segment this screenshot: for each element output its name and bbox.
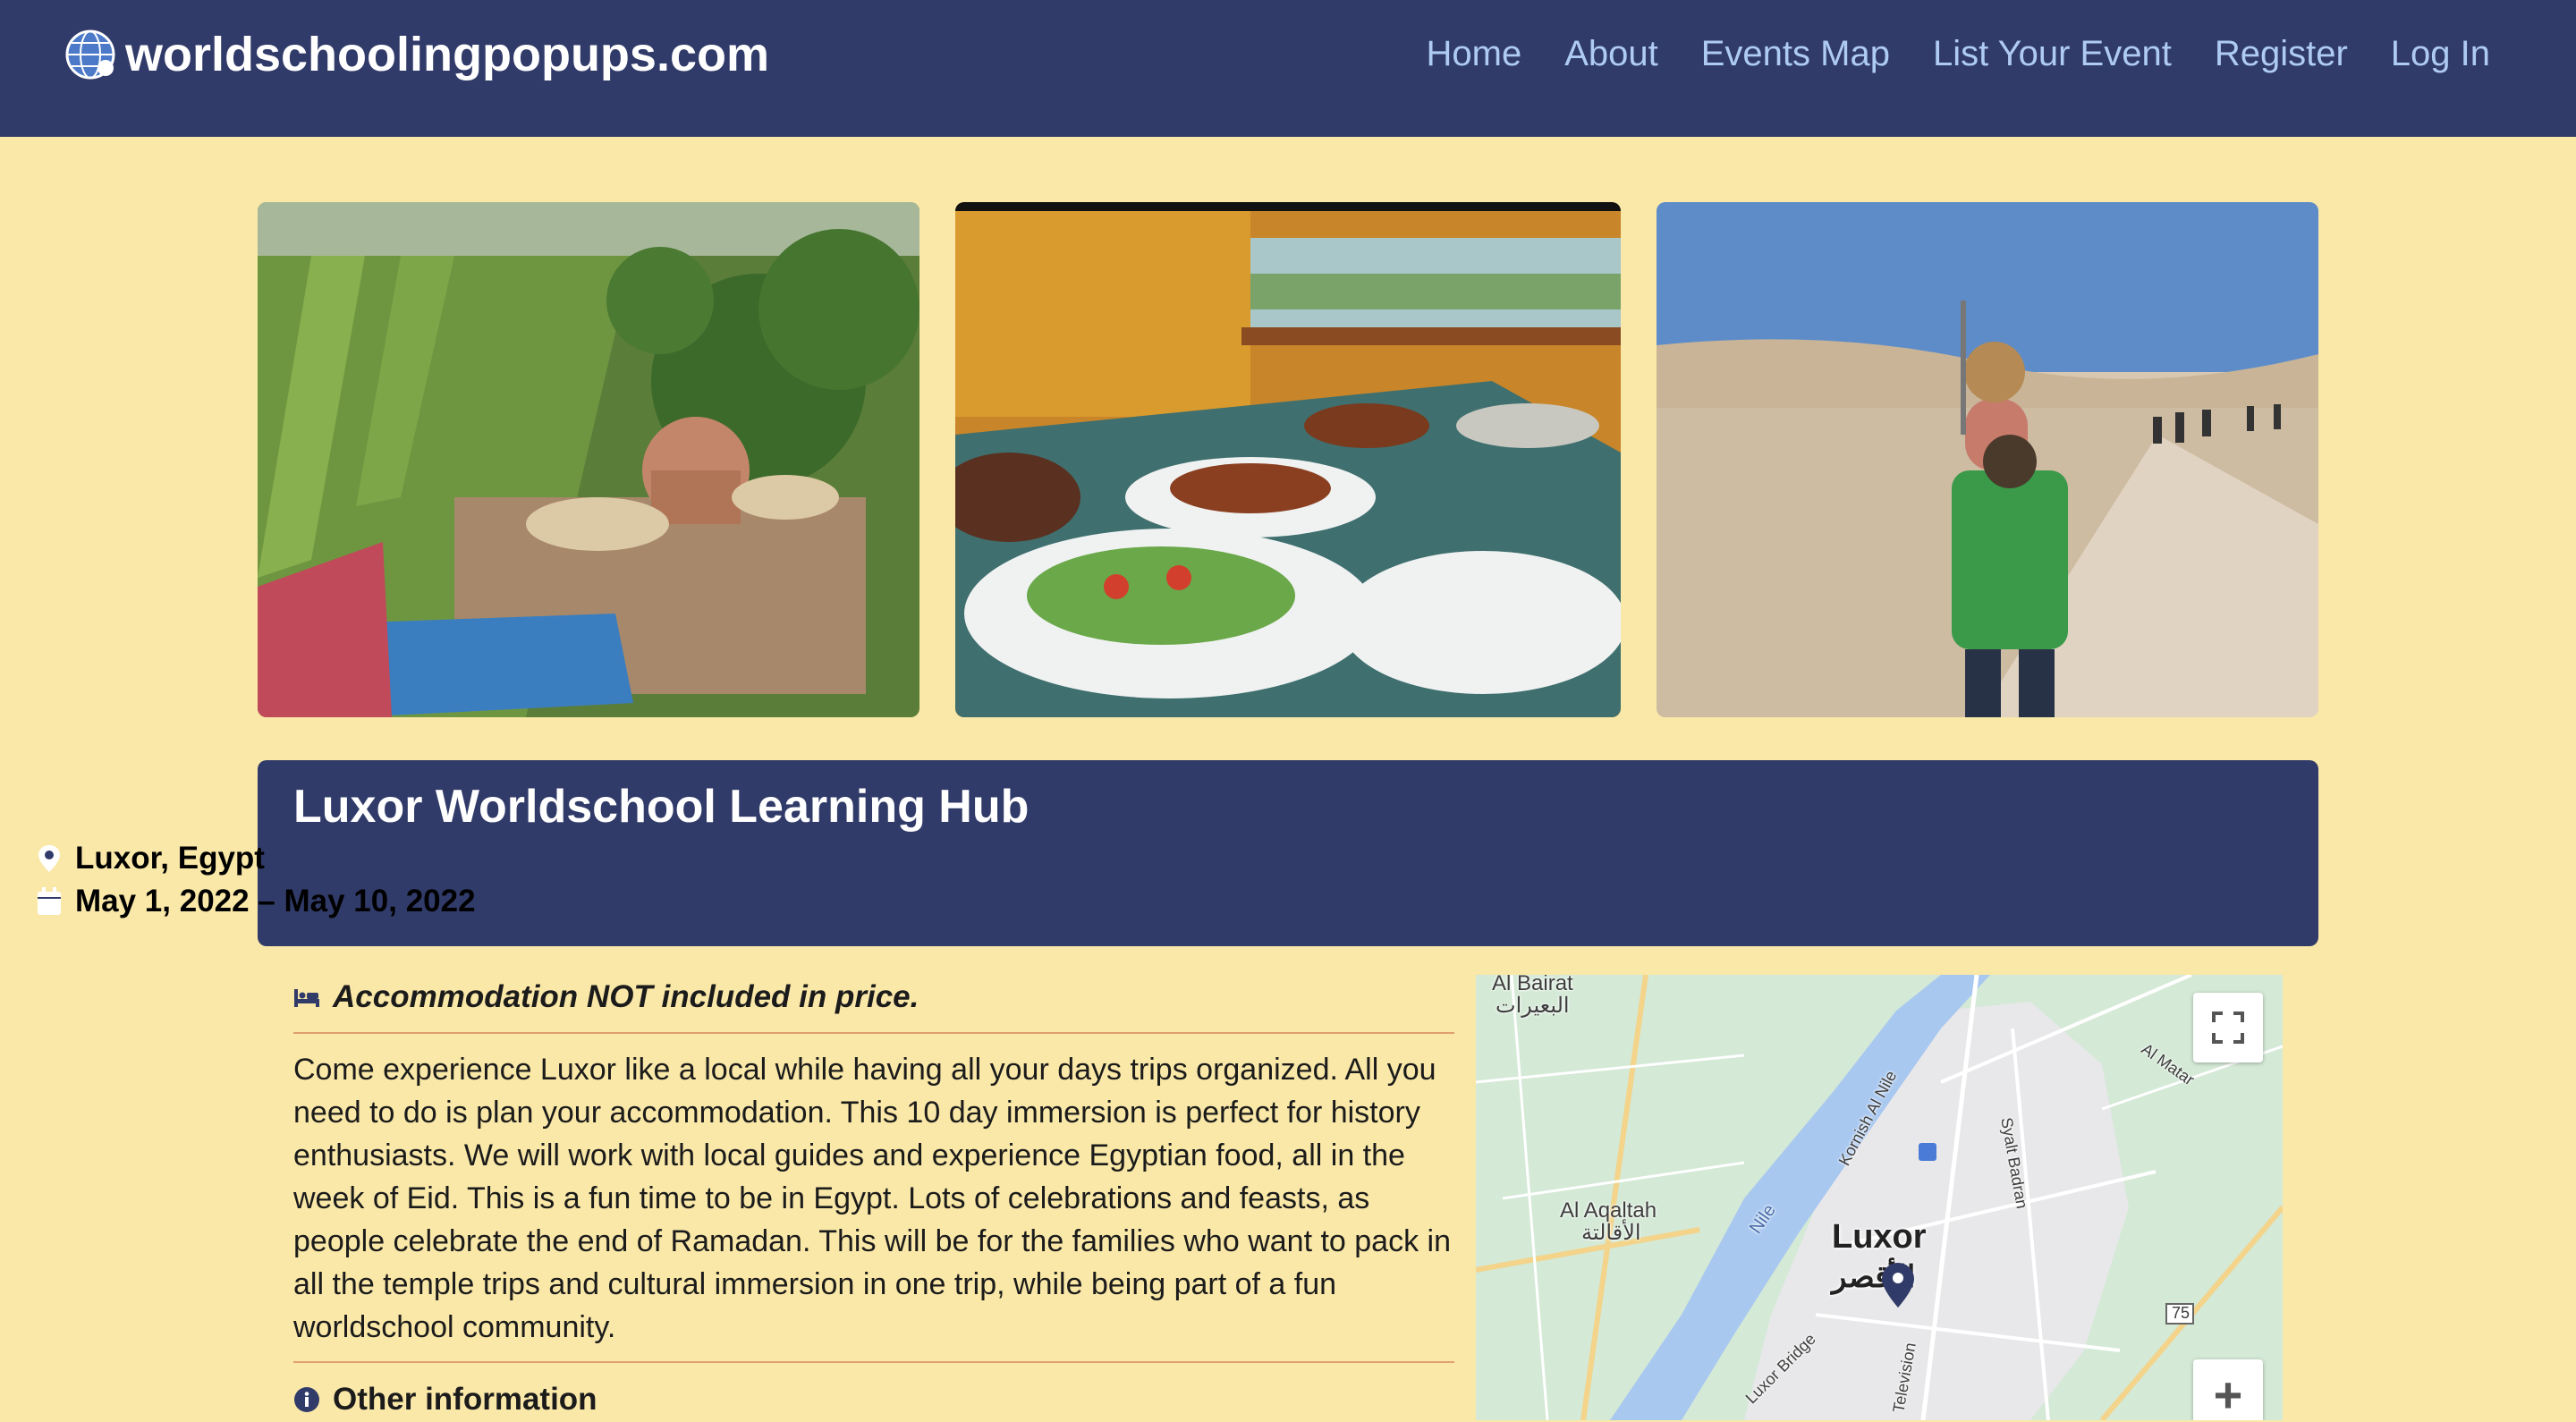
map-marker-icon bbox=[38, 845, 60, 872]
garden-pool-photo[interactable] bbox=[258, 202, 919, 717]
event-details: Accommodation NOT included in price. Com… bbox=[293, 975, 1454, 1422]
accommodation-text: Accommodation NOT included in price. bbox=[333, 979, 919, 1014]
zoom-in-button[interactable]: + bbox=[2193, 1359, 2263, 1420]
nav-events-map-link[interactable]: Events Map bbox=[1701, 27, 1890, 80]
divider bbox=[293, 1032, 1454, 1034]
event-banner: Luxor Worldschool Learning Hub bbox=[258, 760, 2318, 946]
nav-home-link[interactable]: Home bbox=[1427, 27, 1522, 80]
desert-walk-photo[interactable] bbox=[1657, 202, 2318, 717]
event-description: Come experience Luxor like a local while… bbox=[293, 1053, 1451, 1344]
fullscreen-icon bbox=[2212, 1011, 2244, 1044]
event-location-text: Luxor, Egypt bbox=[75, 841, 265, 876]
brand-text: worldschoolingpopups.com bbox=[125, 28, 769, 81]
navbar: worldschoolingpopups.com Home About Even… bbox=[0, 0, 2576, 137]
nav-list-event-link[interactable]: List Your Event bbox=[1933, 27, 2172, 80]
map-label: الأقالتة bbox=[1581, 1221, 1641, 1245]
food-table-photo[interactable] bbox=[955, 202, 1621, 717]
map-tiles bbox=[1476, 975, 2283, 1420]
nav-about-link[interactable]: About bbox=[1564, 27, 1658, 80]
map-city-label: Luxor bbox=[1832, 1218, 1927, 1256]
globe-icon bbox=[65, 30, 115, 80]
event-title: Luxor Worldschool Learning Hub bbox=[293, 781, 1030, 833]
nav-login-link[interactable]: Log In bbox=[2391, 27, 2490, 80]
route-shield: 75 bbox=[2172, 1304, 2190, 1322]
event-dates-text: May 1, 2022 – May 10, 2022 bbox=[75, 884, 476, 918]
info-icon bbox=[294, 1387, 319, 1412]
brand[interactable]: worldschoolingpopups.com bbox=[64, 25, 769, 84]
fullscreen-button[interactable] bbox=[2193, 993, 2263, 1062]
event-dates: May 1, 2022 – May 10, 2022 bbox=[36, 884, 476, 919]
nav-links: Home About Events Map List Your Event Re… bbox=[1384, 27, 2490, 80]
bed-icon bbox=[294, 989, 319, 1007]
event-location: Luxor, Egypt bbox=[36, 841, 265, 876]
accommodation-note: Accommodation NOT included in price. bbox=[293, 975, 1454, 1020]
other-information-heading[interactable]: Other information bbox=[293, 1377, 1454, 1422]
other-information-text: Other information bbox=[333, 1382, 597, 1417]
nav-register-link[interactable]: Register bbox=[2215, 27, 2348, 80]
map-label: البعيرات bbox=[1496, 994, 1570, 1018]
calendar-icon bbox=[38, 887, 61, 915]
event-map[interactable]: Al Bairat البعيرات Al Aqaltah الأقالتة N… bbox=[1476, 975, 2283, 1420]
map-pin-icon[interactable] bbox=[1880, 1261, 1916, 1309]
divider bbox=[293, 1361, 1454, 1363]
